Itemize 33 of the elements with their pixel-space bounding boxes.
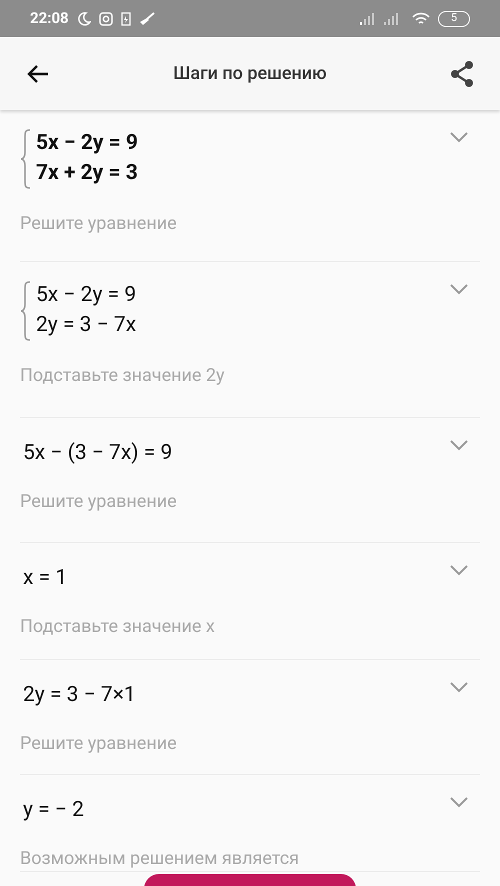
solution-step[interactable]: y = − 2 Возможным решением является bbox=[20, 775, 480, 872]
solution-step[interactable]: x = 1 Подставьте значение x bbox=[20, 543, 480, 660]
math-expression: 5x − 2y = 9 bbox=[36, 130, 138, 157]
moon-icon bbox=[76, 12, 91, 26]
math-expression: 2y = 3 − 7×1 bbox=[23, 682, 136, 709]
broom-icon bbox=[138, 12, 155, 26]
math-expression: 5x − 2y = 9 bbox=[36, 282, 136, 309]
solution-step[interactable]: 5x − 2y = 9 2y = 3 − 7x Подставьте значение 2y bbox=[20, 262, 480, 418]
back-arrow-icon bbox=[26, 64, 50, 84]
solution-step[interactable]: 5x − (3 − 7x) = 9 Решите уравнение bbox=[20, 418, 480, 543]
math-expression: y = − 2 bbox=[23, 797, 84, 824]
battery-saver-icon bbox=[120, 11, 131, 26]
step-caption: Подставьте значение 2y bbox=[20, 364, 226, 388]
status-time: 22:08 bbox=[30, 8, 69, 30]
step-caption: Решите уравнение bbox=[20, 212, 178, 236]
camera-icon bbox=[98, 12, 113, 26]
brace-icon bbox=[20, 280, 32, 342]
math-expression: 2y = 3 − 7x bbox=[36, 312, 136, 339]
step-caption: Решите уравнение bbox=[20, 732, 178, 756]
solution-step[interactable]: 2y = 3 − 7×1 Решите уравнение bbox=[20, 660, 480, 775]
math-expression: 7x + 2y = 3 bbox=[36, 160, 138, 187]
math-expression: x = 1 bbox=[23, 565, 68, 592]
math-expression: 5x − (3 − 7x) = 9 bbox=[23, 440, 172, 467]
screen-title: Шаги по решению bbox=[172, 62, 328, 86]
step-caption: Возможным решением является bbox=[20, 847, 300, 871]
wifi-icon bbox=[412, 12, 430, 26]
share-button[interactable] bbox=[448, 60, 476, 88]
step-caption: Подставьте значение x bbox=[20, 615, 216, 639]
solution-step[interactable]: 5x − 2y = 9 7x + 2y = 3 Решите уравнение bbox=[20, 110, 480, 262]
step-caption: Решите уравнение bbox=[20, 490, 178, 514]
share-icon bbox=[450, 60, 474, 86]
battery-indicator: 5 bbox=[438, 10, 470, 26]
brace-icon bbox=[20, 128, 32, 190]
